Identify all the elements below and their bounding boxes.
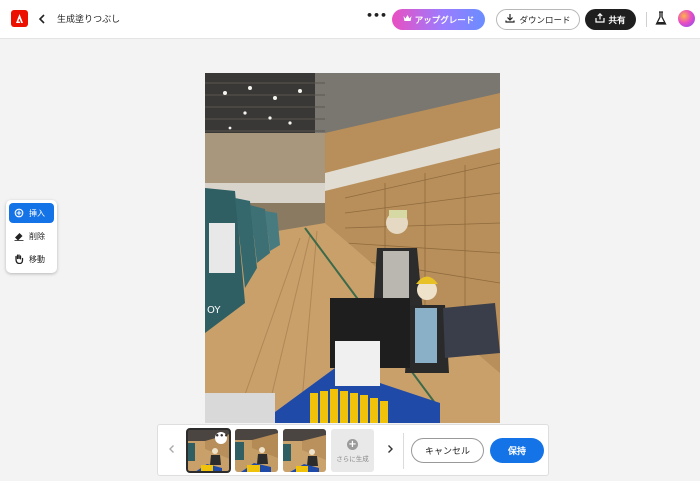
tool-move[interactable]: 移動 xyxy=(9,249,54,269)
canvas-image[interactable]: OY xyxy=(205,73,500,423)
plus-icon: + xyxy=(347,438,358,450)
divider xyxy=(646,12,647,27)
variation-thumbnail-2[interactable] xyxy=(235,429,278,472)
tool-insert[interactable]: 挿入 xyxy=(9,203,54,223)
share-button[interactable]: 共有 xyxy=(585,9,636,30)
upgrade-button[interactable]: アップグレード xyxy=(392,9,485,30)
share-icon xyxy=(595,12,606,26)
download-label: ダウンロード xyxy=(519,15,571,26)
back-chevron-icon[interactable] xyxy=(36,10,48,28)
tool-insert-label: 挿入 xyxy=(29,208,45,218)
upgrade-label: アップグレード xyxy=(414,15,475,26)
eraser-icon xyxy=(14,231,24,241)
variation-thumbnail-1[interactable]: ••• xyxy=(186,428,231,473)
cancel-button[interactable]: キャンセル xyxy=(411,438,484,463)
avatar[interactable] xyxy=(678,10,695,27)
crown-icon xyxy=(403,14,412,25)
generate-more-button[interactable]: + さらに生成 xyxy=(331,429,374,472)
share-label: 共有 xyxy=(608,15,626,26)
photo-gymnasium: OY xyxy=(205,73,500,423)
next-chevron-icon[interactable] xyxy=(385,442,395,456)
previous-chevron-icon[interactable] xyxy=(167,442,177,456)
tool-remove[interactable]: 削除 xyxy=(9,226,54,246)
top-bar: 生成塗りつぶし ••• アップグレード ダウンロード 共有 xyxy=(0,0,700,39)
tool-remove-label: 削除 xyxy=(29,231,45,241)
tool-panel: 挿入 削除 移動 xyxy=(6,200,57,273)
divider xyxy=(403,433,404,469)
more-options-button[interactable]: ••• xyxy=(366,9,387,27)
flask-icon[interactable] xyxy=(655,11,667,26)
thumbnail-more-button[interactable]: ••• xyxy=(215,432,228,444)
download-icon xyxy=(505,13,516,26)
variations-bar: ••• + さらに生成 キャンセル 保持 xyxy=(157,424,549,476)
tool-move-label: 移動 xyxy=(29,254,45,264)
variation-thumbnail-3[interactable] xyxy=(283,429,326,472)
page-title: 生成塗りつぶし xyxy=(57,15,121,25)
keep-button[interactable]: 保持 xyxy=(490,438,544,463)
svg-text:OY: OY xyxy=(207,305,221,316)
generate-more-label: さらに生成 xyxy=(336,454,369,463)
insert-icon xyxy=(14,208,24,218)
hand-icon xyxy=(14,254,24,265)
adobe-logo-icon[interactable] xyxy=(11,10,28,27)
download-button[interactable]: ダウンロード xyxy=(496,9,580,30)
